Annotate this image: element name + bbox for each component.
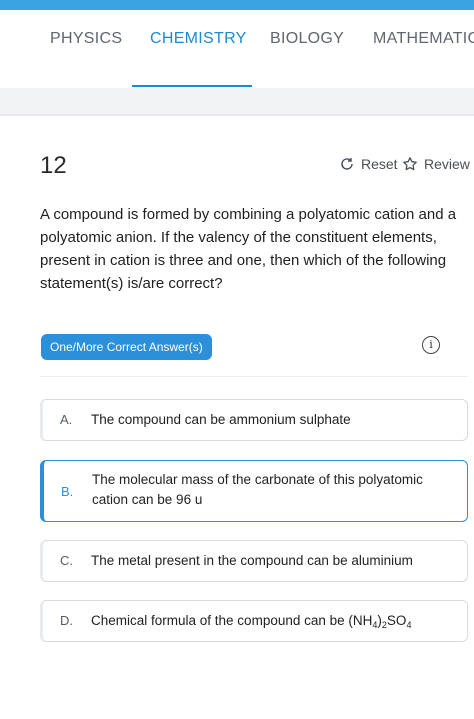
option-letter: D. (60, 613, 73, 628)
reset-button[interactable]: Reset (339, 156, 398, 172)
answer-type-badge: One/More Correct Answer(s) (41, 334, 212, 360)
tab-physics[interactable]: PHYSICS (50, 30, 122, 48)
tab-chemistry[interactable]: CHEMISTRY (150, 30, 247, 48)
question-number: 12 (40, 152, 67, 179)
option-text: The metal present in the compound can be… (91, 553, 413, 568)
option-letter: A. (60, 412, 73, 427)
option-letter: C. (60, 553, 73, 568)
formula-sub-3: 4 (406, 620, 412, 630)
reset-label: Reset (361, 156, 398, 172)
refresh-icon (339, 156, 355, 172)
option-text-prefix: Chemical formula of the compound can be (91, 613, 349, 628)
formula-open: (NH (348, 613, 373, 628)
formula-rest: SO (386, 613, 407, 628)
option-text: The compound can be ammonium sulphate (91, 412, 351, 427)
section-divider (40, 376, 468, 377)
review-label: Review (424, 156, 470, 172)
subject-tabs: PHYSICS CHEMISTRY BIOLOGY MATHEMATICS (0, 10, 474, 88)
option-letter: B. (61, 484, 74, 499)
option-c[interactable]: C. The metal present in the compound can… (40, 540, 468, 582)
review-button[interactable]: Review (402, 156, 470, 172)
option-d[interactable]: D. Chemical formula of the compound can … (40, 600, 468, 642)
active-tab-indicator (132, 85, 252, 87)
top-strip (0, 0, 474, 10)
subheader-band (0, 88, 474, 114)
option-a[interactable]: A. The compound can be ammonium sulphate (40, 399, 468, 441)
option-text: Chemical formula of the compound can be … (91, 611, 453, 631)
tab-biology[interactable]: BIOLOGY (270, 30, 344, 48)
subheader-divider (0, 114, 474, 116)
question-text: A compound is formed by combining a poly… (40, 206, 457, 292)
info-circle-icon[interactable]: i (422, 336, 440, 354)
tab-mathematics[interactable]: MATHEMATICS (373, 30, 474, 48)
star-outline-icon (402, 156, 418, 172)
option-text: The molecular mass of the carbonate of t… (92, 472, 423, 507)
option-b[interactable]: B. The molecular mass of the carbonate o… (40, 460, 468, 522)
